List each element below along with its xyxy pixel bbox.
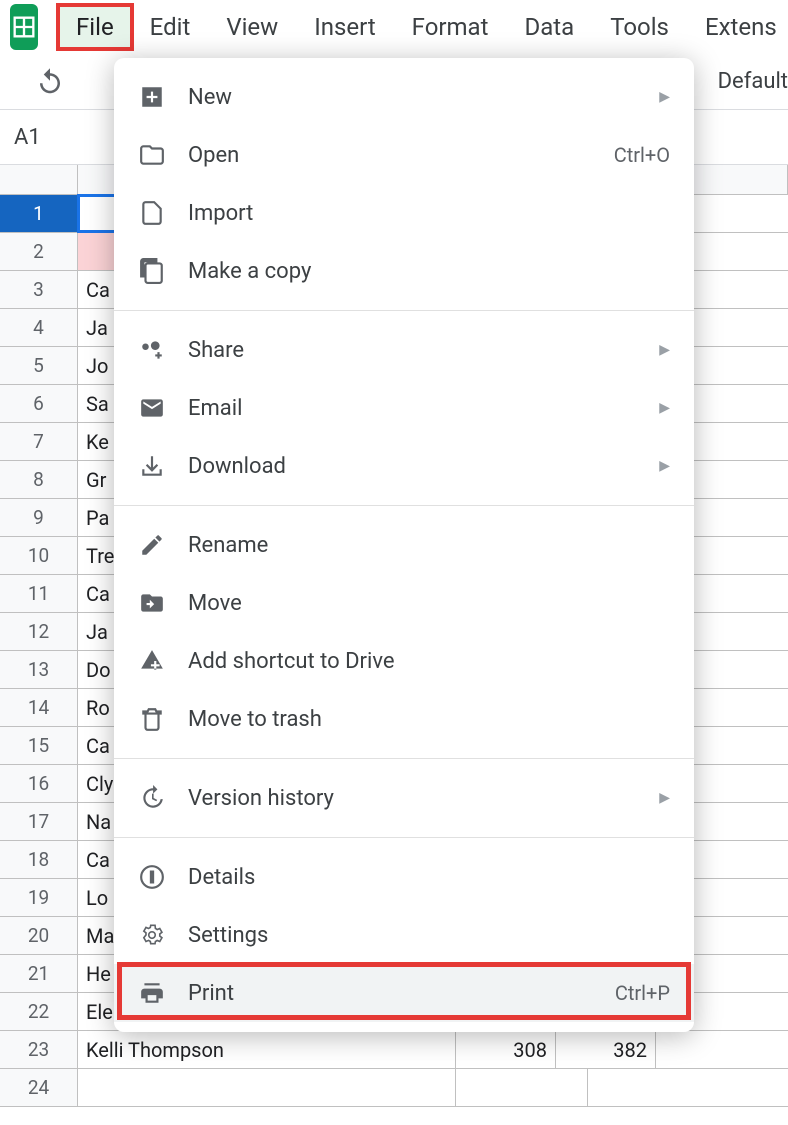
menu-version-history[interactable]: Version history ▶ — [114, 769, 694, 827]
cell[interactable] — [78, 1069, 456, 1106]
row-number[interactable]: 8 — [0, 461, 78, 498]
row-number[interactable]: 20 — [0, 917, 78, 954]
menu-copy[interactable]: Make a copy — [114, 242, 694, 300]
history-icon — [138, 784, 166, 812]
menu-open[interactable]: Open Ctrl+O — [114, 126, 694, 184]
row-number[interactable]: 9 — [0, 499, 78, 536]
row-number[interactable]: 5 — [0, 347, 78, 384]
menubar: File Edit View Insert Format Data Tools … — [0, 0, 788, 54]
font-selector[interactable]: Default — [718, 69, 788, 94]
row-number[interactable]: 11 — [0, 575, 78, 612]
row-number[interactable]: 6 — [0, 385, 78, 422]
menu-file[interactable]: File — [58, 5, 132, 49]
row-number[interactable]: 17 — [0, 803, 78, 840]
submenu-arrow-icon: ▶ — [659, 342, 670, 358]
row-number[interactable]: 12 — [0, 613, 78, 650]
submenu-arrow-icon: ▶ — [659, 458, 670, 474]
copy-icon — [138, 257, 166, 285]
row-number[interactable]: 22 — [0, 993, 78, 1030]
menu-move[interactable]: Move — [114, 574, 694, 632]
shortcut-label: Ctrl+O — [614, 143, 670, 167]
print-icon — [138, 979, 166, 1007]
email-icon — [138, 394, 166, 422]
menu-view[interactable]: View — [208, 5, 296, 49]
row-number[interactable]: 14 — [0, 689, 78, 726]
submenu-arrow-icon: ▶ — [659, 89, 670, 105]
row-number[interactable]: 1 — [0, 195, 78, 232]
row-number[interactable]: 10 — [0, 537, 78, 574]
menu-import[interactable]: Import — [114, 184, 694, 242]
menu-insert[interactable]: Insert — [296, 5, 393, 49]
folder-icon — [138, 141, 166, 169]
file-icon — [138, 199, 166, 227]
cell[interactable] — [456, 1069, 588, 1106]
row-number[interactable]: 21 — [0, 955, 78, 992]
menu-trash[interactable]: Move to trash — [114, 690, 694, 748]
row-number[interactable]: 7 — [0, 423, 78, 460]
menu-shortcut[interactable]: Add shortcut to Drive — [114, 632, 694, 690]
cell[interactable]: 308 — [456, 1031, 556, 1068]
menu-data[interactable]: Data — [506, 5, 592, 49]
pencil-icon — [138, 531, 166, 559]
menu-edit[interactable]: Edit — [132, 5, 209, 49]
row-number[interactable]: 13 — [0, 651, 78, 688]
submenu-arrow-icon: ▶ — [659, 400, 670, 416]
row-number[interactable]: 15 — [0, 727, 78, 764]
share-icon — [138, 336, 166, 364]
menu-details[interactable]: Details — [114, 848, 694, 906]
submenu-arrow-icon: ▶ — [659, 790, 670, 806]
menu-share[interactable]: Share ▶ — [114, 321, 694, 379]
plus-icon — [138, 83, 166, 111]
row-number[interactable]: 18 — [0, 841, 78, 878]
info-icon — [138, 863, 166, 891]
menu-extensions[interactable]: Extens — [687, 5, 788, 49]
gear-icon — [138, 921, 166, 949]
trash-icon — [138, 705, 166, 733]
row-number[interactable]: 23 — [0, 1031, 78, 1068]
row-number[interactable]: 4 — [0, 309, 78, 346]
file-dropdown: New ▶ Open Ctrl+O Import Make a copy Sha… — [114, 58, 694, 1032]
cell[interactable]: 382 — [556, 1031, 656, 1068]
download-icon — [138, 452, 166, 480]
row-number[interactable]: 2 — [0, 233, 78, 270]
row-number[interactable]: 19 — [0, 879, 78, 916]
row: 24 — [0, 1069, 788, 1107]
sheets-logo — [10, 4, 38, 50]
move-icon — [138, 589, 166, 617]
name-box[interactable]: A1 — [10, 125, 41, 150]
cell[interactable]: Kelli Thompson — [78, 1031, 456, 1068]
row-number[interactable]: 24 — [0, 1069, 78, 1106]
shortcut-label: Ctrl+P — [615, 981, 670, 1005]
menu-tools[interactable]: Tools — [592, 5, 687, 49]
menu-email[interactable]: Email ▶ — [114, 379, 694, 437]
drive-icon — [138, 647, 166, 675]
menu-print[interactable]: Print Ctrl+P — [114, 964, 694, 1022]
row-number[interactable]: 3 — [0, 271, 78, 308]
undo-button[interactable] — [30, 62, 70, 102]
menu-download[interactable]: Download ▶ — [114, 437, 694, 495]
menu-format[interactable]: Format — [394, 5, 507, 49]
menu-settings[interactable]: Settings — [114, 906, 694, 964]
row-number[interactable]: 16 — [0, 765, 78, 802]
row: 23Kelli Thompson308382 — [0, 1031, 788, 1069]
menu-rename[interactable]: Rename — [114, 516, 694, 574]
menu-new[interactable]: New ▶ — [114, 68, 694, 126]
